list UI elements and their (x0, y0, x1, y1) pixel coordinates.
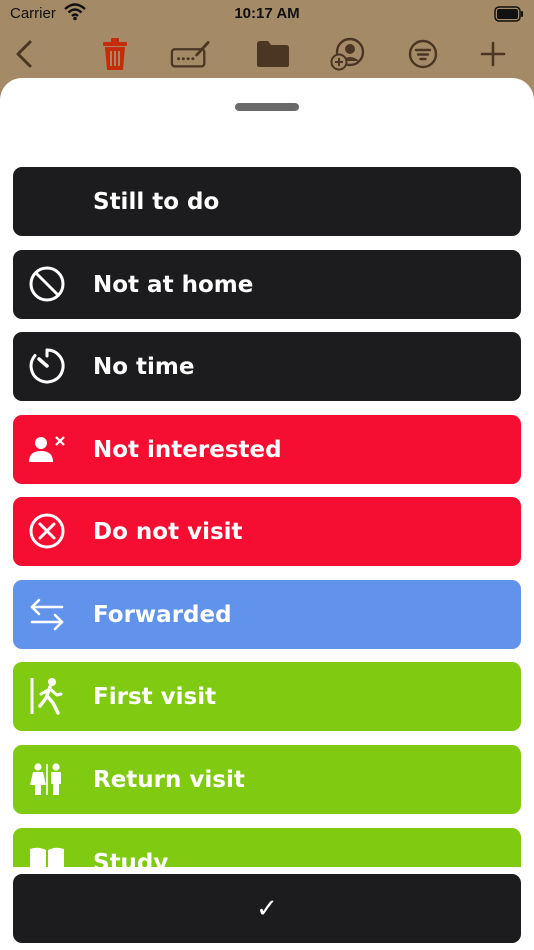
status-bar: Carrier 10:17 AM (0, 0, 534, 30)
folder-icon (257, 41, 289, 67)
status-label: Not interested (93, 436, 282, 463)
timer-icon (27, 346, 67, 386)
status-option-first-visit[interactable]: First visit (13, 662, 521, 731)
status-option-not-interested[interactable]: Not interested (13, 415, 521, 484)
toolbar (0, 30, 534, 84)
book-icon (27, 842, 67, 867)
status-picker-sheet: Still to do Not at home No time Not inte… (0, 78, 534, 950)
filter-button[interactable] (403, 34, 443, 74)
keyboard-edit-icon (170, 41, 210, 68)
prohibited-icon (27, 264, 67, 304)
two-people-icon (27, 759, 67, 799)
sheet-grabber[interactable] (235, 103, 299, 111)
confirm-button[interactable]: ✓ (13, 874, 521, 943)
status-label: Still to do (93, 188, 220, 215)
back-chevron-icon (16, 40, 32, 68)
status-list[interactable]: Still to do Not at home No time Not inte… (13, 167, 521, 867)
status-label: Not at home (93, 271, 254, 298)
status-label: First visit (93, 683, 217, 710)
status-label: Return visit (93, 766, 245, 793)
status-option-still-to-do[interactable]: Still to do (13, 167, 521, 236)
battery-icon (494, 6, 524, 26)
edit-button[interactable] (170, 34, 210, 74)
add-contact-button[interactable] (328, 34, 368, 74)
clock: 10:17 AM (234, 5, 300, 22)
trash-icon (103, 38, 127, 70)
person-x-icon (27, 429, 67, 469)
delete-button[interactable] (95, 34, 135, 74)
status-label: Do not visit (93, 518, 243, 545)
status-option-study[interactable]: Study (13, 828, 521, 867)
checkmark-icon: ✓ (256, 893, 278, 924)
circle-x-icon (27, 511, 67, 551)
folder-button[interactable] (253, 34, 293, 74)
add-person-icon (330, 37, 365, 71)
status-label: Study (93, 849, 169, 868)
arrows-exchange-icon (27, 594, 67, 634)
status-option-no-time[interactable]: No time (13, 332, 521, 401)
back-button[interactable] (5, 34, 45, 74)
plus-icon (480, 41, 506, 67)
filter-icon (408, 39, 438, 69)
status-option-not-at-home[interactable]: Not at home (13, 250, 521, 319)
status-option-return-visit[interactable]: Return visit (13, 745, 521, 814)
status-option-forwarded[interactable]: Forwarded (13, 580, 521, 649)
add-button[interactable] (473, 34, 513, 74)
status-option-do-not-visit[interactable]: Do not visit (13, 497, 521, 566)
status-label: Forwarded (93, 601, 232, 628)
status-label: No time (93, 353, 195, 380)
walking-person-icon (27, 676, 67, 716)
